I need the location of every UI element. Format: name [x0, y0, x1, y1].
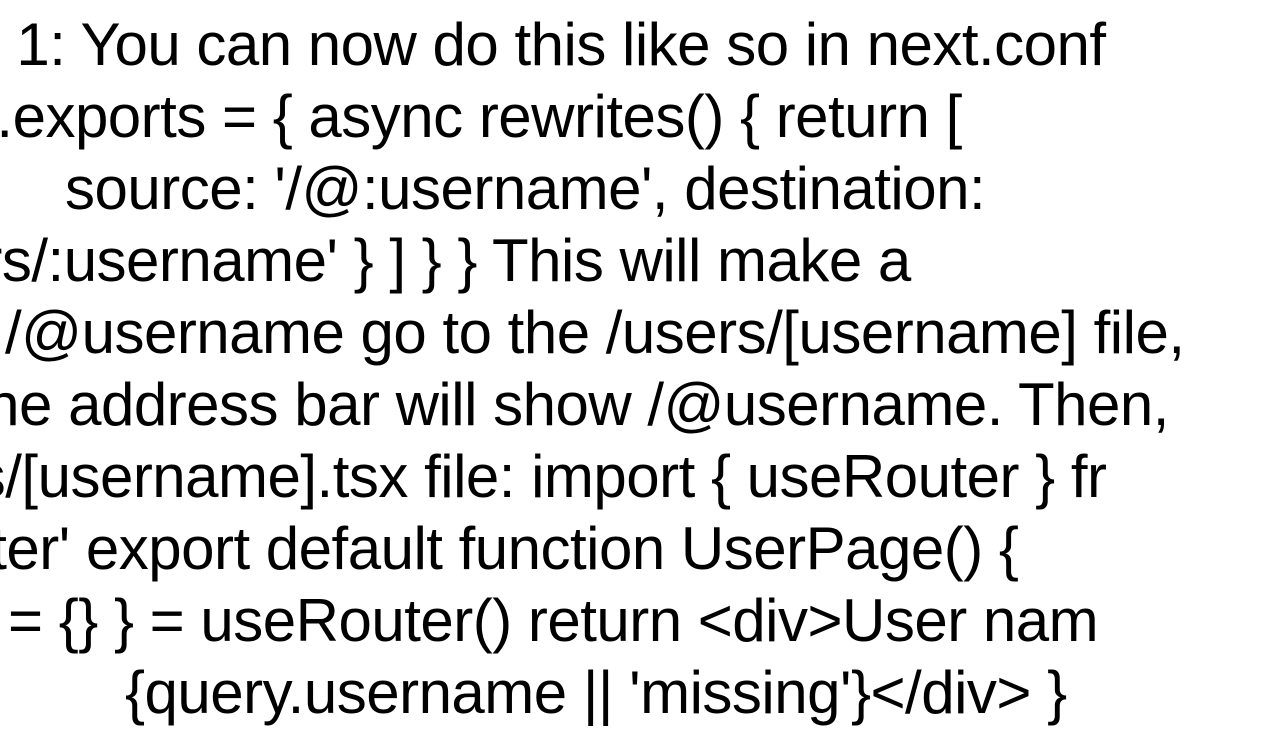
text-line-2: lule.exports = { async rewrites() { retu… [0, 80, 962, 153]
text-line-7: ges/[username].tsx file: import { useRou… [0, 440, 1107, 513]
text-line-6: the address bar will show /@username. Th… [0, 368, 1169, 441]
text-line-9: ery = {} } = useRouter() return <div>Use… [0, 584, 1098, 657]
text-line-10: {query.username || 'missing'}</div> } [125, 656, 1067, 729]
text-line-3: source: '/@:username', destination: [65, 152, 985, 225]
text-line-4: sers/:username' } ] } } This will make a [0, 224, 911, 297]
text-line-1: wer 1: You can now do this like so in ne… [0, 8, 1106, 81]
text-line-8: router' export default function UserPage… [0, 512, 1018, 585]
text-line-5: /@username go to the /users/[username] f… [5, 296, 1185, 369]
